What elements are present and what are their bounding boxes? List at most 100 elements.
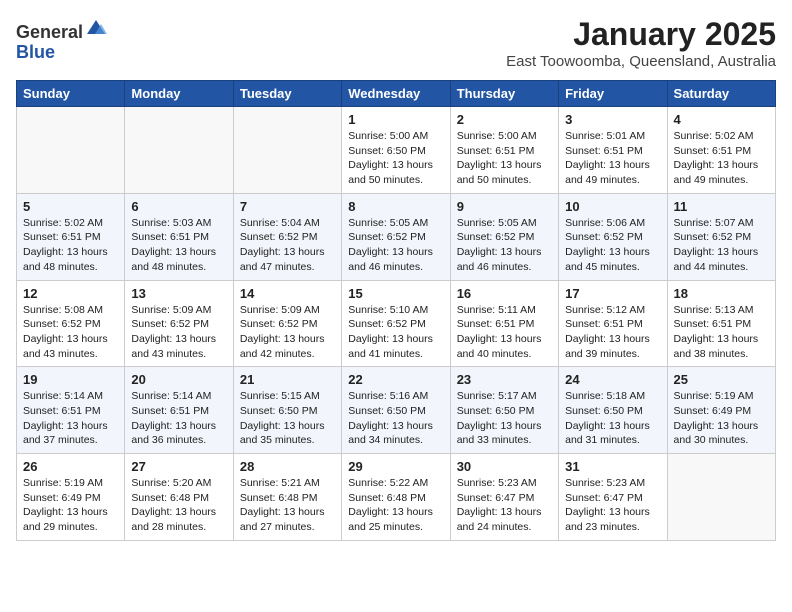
calendar-cell: 19 Sunrise: 5:14 AM Sunset: 6:51 PM Dayli… (17, 367, 125, 454)
day-number: 6 (131, 199, 226, 214)
day-number: 9 (457, 199, 552, 214)
cell-info: Sunrise: 5:19 AM Sunset: 6:49 PM Dayligh… (674, 389, 769, 448)
week-row-3: 12 Sunrise: 5:08 AM Sunset: 6:52 PM Dayli… (17, 280, 776, 367)
cell-info: Sunrise: 5:11 AM Sunset: 6:51 PM Dayligh… (457, 303, 552, 362)
cell-info: Sunrise: 5:15 AM Sunset: 6:50 PM Dayligh… (240, 389, 335, 448)
cell-info: Sunrise: 5:10 AM Sunset: 6:52 PM Dayligh… (348, 303, 443, 362)
logo: General Blue (16, 16, 107, 63)
logo-icon (85, 16, 107, 38)
day-number: 8 (348, 199, 443, 214)
day-number: 2 (457, 112, 552, 127)
day-number: 19 (23, 372, 118, 387)
weekday-header-sunday: Sunday (17, 81, 125, 107)
calendar-cell: 16 Sunrise: 5:11 AM Sunset: 6:51 PM Dayli… (450, 280, 558, 367)
day-number: 17 (565, 286, 660, 301)
calendar-cell: 3 Sunrise: 5:01 AM Sunset: 6:51 PM Daylig… (559, 107, 667, 194)
day-number: 29 (348, 459, 443, 474)
cell-info: Sunrise: 5:05 AM Sunset: 6:52 PM Dayligh… (348, 216, 443, 275)
calendar-cell: 12 Sunrise: 5:08 AM Sunset: 6:52 PM Dayli… (17, 280, 125, 367)
day-number: 11 (674, 199, 769, 214)
calendar-cell: 30 Sunrise: 5:23 AM Sunset: 6:47 PM Dayli… (450, 454, 558, 541)
calendar-cell: 27 Sunrise: 5:20 AM Sunset: 6:48 PM Dayli… (125, 454, 233, 541)
day-number: 28 (240, 459, 335, 474)
title-block: January 2025 East Toowoomba, Queensland,… (506, 16, 776, 70)
weekday-header-monday: Monday (125, 81, 233, 107)
calendar-cell: 23 Sunrise: 5:17 AM Sunset: 6:50 PM Dayli… (450, 367, 558, 454)
cell-info: Sunrise: 5:07 AM Sunset: 6:52 PM Dayligh… (674, 216, 769, 275)
weekday-header-thursday: Thursday (450, 81, 558, 107)
day-number: 27 (131, 459, 226, 474)
calendar-cell: 6Sunrise: 5:03 AM Sunset: 6:51 PM Daylig… (125, 193, 233, 280)
day-number: 16 (457, 286, 552, 301)
calendar-cell: 10 Sunrise: 5:06 AM Sunset: 6:52 PM Dayli… (559, 193, 667, 280)
cell-info: Sunrise: 5:08 AM Sunset: 6:52 PM Dayligh… (23, 303, 118, 362)
cell-info: Sunrise: 5:18 AM Sunset: 6:50 PM Dayligh… (565, 389, 660, 448)
calendar-cell: 25 Sunrise: 5:19 AM Sunset: 6:49 PM Dayli… (667, 367, 775, 454)
cell-info: Sunrise: 5:01 AM Sunset: 6:51 PM Dayligh… (565, 129, 660, 188)
calendar-cell: 22Sunrise: 5:16 AM Sunset: 6:50 PM Dayli… (342, 367, 450, 454)
cell-info: Sunrise: 5:13 AM Sunset: 6:51 PM Dayligh… (674, 303, 769, 362)
day-number: 26 (23, 459, 118, 474)
calendar-cell: 24 Sunrise: 5:18 AM Sunset: 6:50 PM Dayli… (559, 367, 667, 454)
weekday-header-wednesday: Wednesday (342, 81, 450, 107)
calendar-cell: 28Sunrise: 5:21 AM Sunset: 6:48 PM Dayli… (233, 454, 341, 541)
calendar-cell: 2 Sunrise: 5:00 AM Sunset: 6:51 PM Daylig… (450, 107, 558, 194)
cell-info: Sunrise: 5:17 AM Sunset: 6:50 PM Dayligh… (457, 389, 552, 448)
day-number: 25 (674, 372, 769, 387)
week-row-1: 1 Sunrise: 5:00 AM Sunset: 6:50 PM Daylig… (17, 107, 776, 194)
page-header: General Blue January 2025 East Toowoomba… (16, 16, 776, 70)
day-number: 15 (348, 286, 443, 301)
calendar-cell: 9 Sunrise: 5:05 AM Sunset: 6:52 PM Daylig… (450, 193, 558, 280)
cell-info: Sunrise: 5:14 AM Sunset: 6:51 PM Dayligh… (23, 389, 118, 448)
day-number: 24 (565, 372, 660, 387)
day-number: 14 (240, 286, 335, 301)
calendar-cell: 8 Sunrise: 5:05 AM Sunset: 6:52 PM Daylig… (342, 193, 450, 280)
cell-info: Sunrise: 5:20 AM Sunset: 6:48 PM Dayligh… (131, 476, 226, 535)
calendar-cell (17, 107, 125, 194)
weekday-header-friday: Friday (559, 81, 667, 107)
day-number: 5 (23, 199, 118, 214)
cell-info: Sunrise: 5:02 AM Sunset: 6:51 PM Dayligh… (674, 129, 769, 188)
calendar-cell: 4 Sunrise: 5:02 AM Sunset: 6:51 PM Daylig… (667, 107, 775, 194)
day-number: 12 (23, 286, 118, 301)
day-number: 3 (565, 112, 660, 127)
day-number: 30 (457, 459, 552, 474)
logo-general-text: General (16, 22, 83, 42)
cell-info: Sunrise: 5:06 AM Sunset: 6:52 PM Dayligh… (565, 216, 660, 275)
calendar-cell: 1 Sunrise: 5:00 AM Sunset: 6:50 PM Daylig… (342, 107, 450, 194)
cell-info: Sunrise: 5:09 AM Sunset: 6:52 PM Dayligh… (240, 303, 335, 362)
weekday-header-saturday: Saturday (667, 81, 775, 107)
cell-info: Sunrise: 5:04 AM Sunset: 6:52 PM Dayligh… (240, 216, 335, 275)
day-number: 31 (565, 459, 660, 474)
calendar-cell: 26 Sunrise: 5:19 AM Sunset: 6:49 PM Dayli… (17, 454, 125, 541)
week-row-2: 5Sunrise: 5:02 AM Sunset: 6:51 PM Daylig… (17, 193, 776, 280)
day-number: 21 (240, 372, 335, 387)
logo-blue-text: Blue (16, 42, 55, 62)
calendar-cell: 29Sunrise: 5:22 AM Sunset: 6:48 PM Dayli… (342, 454, 450, 541)
calendar-cell: 5Sunrise: 5:02 AM Sunset: 6:51 PM Daylig… (17, 193, 125, 280)
calendar-cell: 31Sunrise: 5:23 AM Sunset: 6:47 PM Dayli… (559, 454, 667, 541)
cell-info: Sunrise: 5:00 AM Sunset: 6:51 PM Dayligh… (457, 129, 552, 188)
day-number: 10 (565, 199, 660, 214)
calendar-table: SundayMondayTuesdayWednesdayThursdayFrid… (16, 80, 776, 541)
calendar-cell: 13Sunrise: 5:09 AM Sunset: 6:52 PM Dayli… (125, 280, 233, 367)
cell-info: Sunrise: 5:09 AM Sunset: 6:52 PM Dayligh… (131, 303, 226, 362)
week-row-4: 19 Sunrise: 5:14 AM Sunset: 6:51 PM Dayli… (17, 367, 776, 454)
page-subtitle: East Toowoomba, Queensland, Australia (506, 53, 776, 70)
calendar-cell (125, 107, 233, 194)
day-number: 4 (674, 112, 769, 127)
cell-info: Sunrise: 5:23 AM Sunset: 6:47 PM Dayligh… (457, 476, 552, 535)
day-number: 7 (240, 199, 335, 214)
calendar-cell: 17 Sunrise: 5:12 AM Sunset: 6:51 PM Dayli… (559, 280, 667, 367)
day-number: 1 (348, 112, 443, 127)
page-title: January 2025 (506, 16, 776, 53)
calendar-cell: 7 Sunrise: 5:04 AM Sunset: 6:52 PM Daylig… (233, 193, 341, 280)
cell-info: Sunrise: 5:05 AM Sunset: 6:52 PM Dayligh… (457, 216, 552, 275)
cell-info: Sunrise: 5:00 AM Sunset: 6:50 PM Dayligh… (348, 129, 443, 188)
calendar-cell: 20Sunrise: 5:14 AM Sunset: 6:51 PM Dayli… (125, 367, 233, 454)
day-number: 23 (457, 372, 552, 387)
cell-info: Sunrise: 5:19 AM Sunset: 6:49 PM Dayligh… (23, 476, 118, 535)
day-number: 22 (348, 372, 443, 387)
cell-info: Sunrise: 5:12 AM Sunset: 6:51 PM Dayligh… (565, 303, 660, 362)
week-row-5: 26 Sunrise: 5:19 AM Sunset: 6:49 PM Dayli… (17, 454, 776, 541)
